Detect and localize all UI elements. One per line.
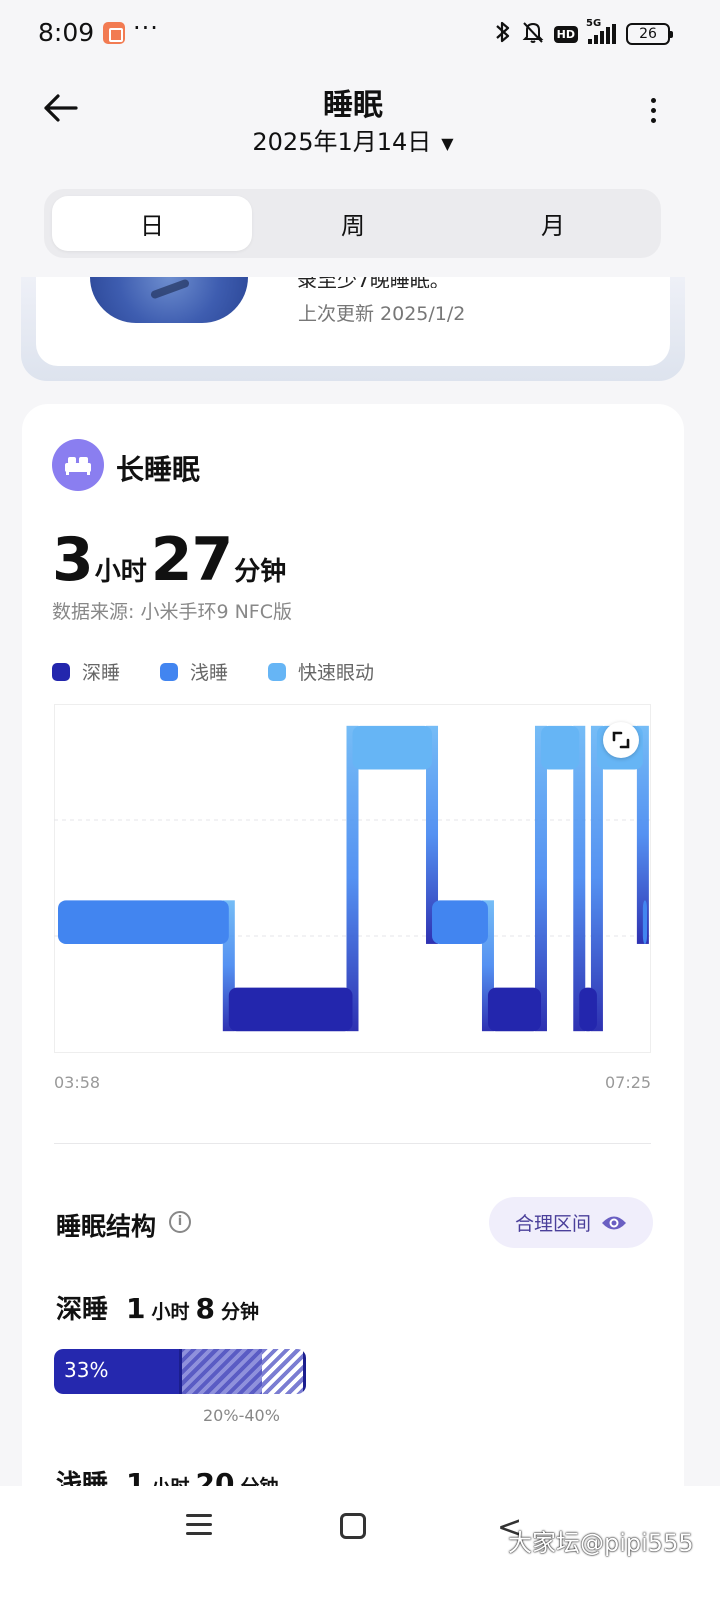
- light-minutes: 20: [195, 1467, 235, 1486]
- chart-segment: [432, 900, 488, 944]
- network-type: 5G: [586, 18, 602, 29]
- deep-minutes: 8: [195, 1292, 215, 1325]
- chart-segment: [352, 725, 433, 770]
- battery-level: 26: [639, 26, 657, 42]
- deep-sleep-bar: 33%: [54, 1349, 306, 1394]
- duration-hours: 3: [52, 525, 94, 595]
- date-label: 2025年1月14日: [252, 128, 432, 156]
- deep-range-label: 20%-40%: [203, 1406, 280, 1425]
- eye-icon: [602, 1216, 626, 1229]
- summary-updated-text: 上次更新 2025/1/2: [298, 303, 466, 325]
- legend-label-light: 浅睡: [190, 662, 229, 684]
- duration-minutes: 27: [150, 525, 233, 595]
- home-square-icon[interactable]: [340, 1513, 366, 1539]
- deep-hours-unit: 小时: [151, 1301, 190, 1323]
- light-hours-unit: 小时: [152, 1472, 190, 1486]
- chart-segment: [579, 987, 597, 1032]
- chart-segment: [58, 900, 229, 944]
- deep-range-tail: [261, 1349, 306, 1394]
- sleep-duration: 3 小时 27 分钟: [52, 525, 290, 595]
- range-button-label: 合理区间: [514, 1213, 591, 1235]
- page-title: 睡眠: [323, 88, 383, 123]
- menu-icon[interactable]: [186, 1514, 212, 1540]
- chart-segment: [487, 987, 541, 1032]
- legend-label-deep: 深睡: [82, 662, 121, 684]
- more-vertical-icon[interactable]: [645, 98, 661, 134]
- legend-deep: 深睡: [52, 658, 120, 685]
- status-icons: HD 5G 26: [494, 18, 673, 49]
- bed-icon: [52, 439, 104, 491]
- range-max-marker: [303, 1349, 306, 1394]
- bluetooth-icon: [494, 20, 512, 49]
- deep-sleep-name: 深睡: [56, 1295, 109, 1325]
- legend-label-rem: 快速眼动: [298, 662, 375, 684]
- chart-transition: [346, 725, 359, 1032]
- sleep-illustration: [90, 277, 248, 323]
- deep-sleep-duration: 深睡 1 小时 8 分钟: [56, 1289, 261, 1326]
- light-hours: 1: [126, 1467, 146, 1486]
- summary-hint-text: 录至少7晚睡眠。: [297, 268, 450, 288]
- bell-off-icon: [522, 20, 544, 49]
- chart-transition: [534, 725, 547, 1032]
- status-bar: 8:09 ··· HD 5G 26: [0, 0, 720, 64]
- data-source: 数据来源: 小米手环9 NFC版: [52, 601, 292, 623]
- chart-segment: [228, 987, 353, 1032]
- range-min-marker: [179, 1349, 182, 1394]
- card-title: 长睡眠: [116, 453, 201, 486]
- legend-swatch-light: [160, 662, 179, 681]
- structure-title: 睡眠结构: [56, 1212, 157, 1241]
- legend-swatch-deep: [52, 662, 70, 681]
- info-icon[interactable]: i: [169, 1211, 191, 1233]
- notification-app-icon: [103, 22, 125, 44]
- chart-segment: [642, 900, 647, 944]
- chart-x-end-label: 07:25: [605, 1073, 652, 1092]
- chart-x-start-label: 03:58: [54, 1073, 101, 1092]
- deep-minutes-unit: 分钟: [221, 1301, 260, 1323]
- light-sleep-duration: 浅睡 1 小时 20 分钟: [56, 1464, 281, 1486]
- duration-minutes-unit: 分钟: [234, 557, 287, 587]
- watermark: 大家坛@pipi555: [508, 1529, 694, 1557]
- deep-hours: 1: [126, 1292, 146, 1325]
- caret-down-icon: ▼: [441, 133, 454, 153]
- chart-transition: [573, 725, 586, 1032]
- expand-icon: [612, 731, 630, 749]
- date-picker[interactable]: 2025年1月14日 ▼: [0, 122, 706, 157]
- status-more-icon: ···: [133, 14, 159, 42]
- legend-light: 浅睡: [160, 658, 228, 685]
- status-time: 8:09: [38, 18, 95, 47]
- legend-swatch-rem: [268, 662, 287, 681]
- battery-icon: 26: [626, 23, 673, 45]
- divider: [54, 1143, 651, 1144]
- duration-hours-unit: 小时: [94, 557, 147, 587]
- period-tabs: 日 周 月: [44, 189, 661, 258]
- signal-icon: 5G: [586, 18, 616, 44]
- tab-week[interactable]: 周: [253, 196, 453, 251]
- chart-legend: 深睡 浅睡 快速眼动: [52, 658, 374, 685]
- light-minutes-unit: 分钟: [240, 1472, 278, 1486]
- deep-percent-label: 33%: [64, 1358, 109, 1382]
- hd-badge: HD: [553, 25, 578, 43]
- expand-chart-button[interactable]: [603, 722, 639, 758]
- sleep-stage-chart[interactable]: [54, 704, 651, 1053]
- deep-range-fill: [180, 1349, 262, 1394]
- tab-month[interactable]: 月: [453, 196, 653, 251]
- chart-transition: [590, 725, 603, 1032]
- chart-segment: [540, 725, 580, 770]
- reasonable-range-button[interactable]: 合理区间: [489, 1197, 653, 1248]
- light-sleep-name: 浅睡: [56, 1470, 109, 1486]
- legend-rem: 快速眼动: [268, 658, 374, 685]
- tab-day[interactable]: 日: [52, 196, 252, 251]
